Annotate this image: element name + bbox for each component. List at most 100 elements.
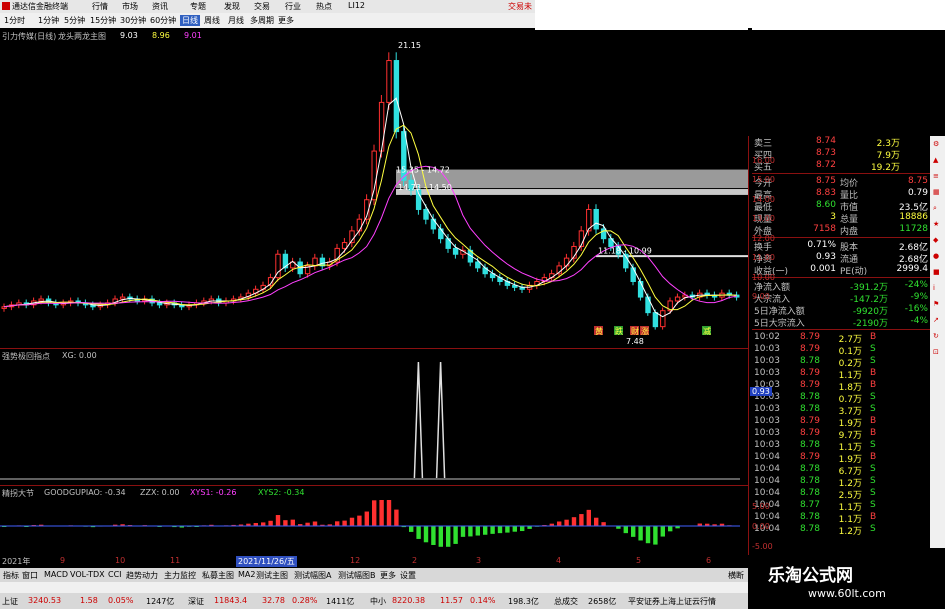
index-name[interactable]: 上证 <box>2 596 18 607</box>
star-icon[interactable]: ★ <box>933 220 941 228</box>
oscillator-bar <box>557 521 562 526</box>
period-1fs[interactable]: 1分时 <box>4 15 25 26</box>
tick-row: 10:04 8.78 6.7万 S <box>752 464 930 477</box>
tab-vol-tdx[interactable]: VOL-TDX <box>70 570 105 579</box>
book-vol: 19.2万 <box>870 163 900 173</box>
oscillator-bar <box>564 519 569 526</box>
flag-icon[interactable]: ⚑ <box>933 300 941 308</box>
tick-direction: S <box>870 476 876 486</box>
refresh-icon[interactable]: ↻ <box>933 332 941 340</box>
tick-direction: B <box>870 428 877 438</box>
flow-pct: -4% <box>910 316 928 326</box>
menu-shichang[interactable]: 市场 <box>122 1 138 12</box>
menu-redian[interactable]: 热点 <box>316 1 332 12</box>
broker-name[interactable]: 平安证券上海上证云行情 <box>628 596 716 607</box>
tab-more[interactable]: 更多 <box>380 570 396 581</box>
chart-icon[interactable]: ▲ <box>933 156 941 164</box>
oscillator-bar <box>594 517 599 526</box>
sub2-label-1: GOODGUPIAO: -0.34 <box>44 488 126 497</box>
period-5m[interactable]: 5分钟 <box>64 15 85 26</box>
gear-icon[interactable]: ⚙ <box>933 140 941 148</box>
tab-settings[interactable]: 设置 <box>400 570 416 581</box>
oscillator-bar <box>638 526 643 541</box>
tick-price: 8.78 <box>799 356 820 366</box>
menu-faxian[interactable]: 发现 <box>224 1 240 12</box>
period-weekly[interactable]: 周线 <box>204 15 220 26</box>
tick-list[interactable]: 10:02 8.79 2.7万 B 10:03 8.79 0.1万 S 10:03 … <box>752 332 930 542</box>
search-icon[interactable]: ⌕ <box>933 204 941 212</box>
candle-body <box>593 208 599 230</box>
info-icon[interactable]: i <box>933 284 941 292</box>
oscillator-bar <box>631 526 636 537</box>
tab-private-main[interactable]: 私募主图 <box>202 570 234 581</box>
candle-body <box>393 60 400 133</box>
menu-zixun[interactable]: 资讯 <box>152 1 168 12</box>
tab-main-monitor[interactable]: 主力监控 <box>164 570 196 581</box>
menu-hangqing[interactable]: 行情 <box>92 1 108 12</box>
lock-icon[interactable]: ⊡ <box>933 348 941 356</box>
stat-row: 最高 8.83 量比 0.79 <box>752 188 930 201</box>
bookmark-icon[interactable]: ■ <box>933 268 941 276</box>
user-icon[interactable]: ● <box>933 252 941 260</box>
tab-test-a[interactable]: 测试幅图A <box>294 570 331 581</box>
tick-direction: S <box>870 464 876 474</box>
candlestick-chart[interactable]: 21.15 15.35 - 14.72 14.73 - 14.50 11.18 - 1… <box>0 40 748 350</box>
list-icon[interactable]: ≡ <box>933 172 941 180</box>
period-daily[interactable]: 日线 <box>180 15 200 26</box>
menu-hangye[interactable]: 行业 <box>285 1 301 12</box>
signal-chart[interactable] <box>0 358 748 483</box>
candle-body <box>119 296 126 300</box>
stat-row: 今开 8.75 均价 8.75 <box>752 176 930 189</box>
total-value: 2658亿 <box>588 597 617 606</box>
tick-direction: S <box>870 524 876 534</box>
tab-window[interactable]: 窗口 <box>22 570 38 581</box>
period-more[interactable]: 更多 <box>278 15 294 26</box>
book-price: 8.73 <box>815 148 836 158</box>
tab-cci[interactable]: CCI <box>108 570 122 579</box>
flow-row: 5日净流入额 -9920万 -16% <box>752 304 930 317</box>
bell-icon[interactable]: ◆ <box>933 236 941 244</box>
candle-body <box>38 298 44 302</box>
tab-macd[interactable]: MACD <box>44 570 68 579</box>
tab-trend-power[interactable]: 趋势动力 <box>126 570 158 581</box>
flow-pct: -16% <box>904 304 928 314</box>
menu-zhuanti[interactable]: 专题 <box>190 1 206 12</box>
index-name[interactable]: 中小 <box>370 596 386 607</box>
index-name[interactable]: 深证 <box>188 596 204 607</box>
axis-line <box>748 136 749 566</box>
period-30m[interactable]: 30分钟 <box>120 15 146 26</box>
tick-row: 10:02 8.79 2.7万 B <box>752 332 930 345</box>
period-15m[interactable]: 15分钟 <box>90 15 116 26</box>
chart-area[interactable]: 引力传媒(日线) 龙头两龙主图 9.03 8.96 9.01 21.15 15.3… <box>0 28 748 568</box>
oscillator-bar <box>653 526 658 545</box>
period-1m[interactable]: 1分钟 <box>38 15 59 26</box>
candle-body <box>660 310 666 328</box>
candle-body <box>652 312 659 328</box>
grid-icon[interactable]: ▦ <box>933 188 941 196</box>
oscillator-bar <box>386 500 392 526</box>
tab-indicator[interactable]: 指标 <box>3 570 19 581</box>
stat-value: 0.001 <box>810 264 836 274</box>
share-icon[interactable]: ↗ <box>933 316 941 324</box>
tick-row: 10:03 8.79 1.9万 B <box>752 416 930 429</box>
oscillator-bar <box>460 526 466 537</box>
oscillator-chart[interactable] <box>0 498 748 556</box>
tab-horizontal[interactable]: 横断 <box>728 570 744 581</box>
tick-time: 10:04 <box>754 464 780 474</box>
tick-price: 8.78 <box>799 440 820 450</box>
app-title: 通达信金融终端 <box>12 2 68 11</box>
menu-jiaoyi[interactable]: 交易 <box>254 1 270 12</box>
candle-body <box>423 208 429 220</box>
tab-test-main[interactable]: 测试主图 <box>256 570 288 581</box>
tab-ma2[interactable]: MA2 <box>238 570 255 579</box>
tick-time: 10:03 <box>754 344 780 354</box>
tab-test-b[interactable]: 测试幅图B <box>338 570 376 581</box>
date-axis: 2021年 2021/11/26/五 9 10 11 12 2 3 4 5 6 <box>0 556 748 567</box>
menu-li12[interactable]: LI12 <box>348 1 365 10</box>
candle-body <box>645 296 651 314</box>
trade-login-button[interactable]: 交易未 <box>508 1 532 12</box>
period-multi[interactable]: 多周期 <box>250 15 274 26</box>
period-60m[interactable]: 60分钟 <box>150 15 176 26</box>
period-monthly[interactable]: 月线 <box>228 15 244 26</box>
ma-line <box>3 97 737 318</box>
